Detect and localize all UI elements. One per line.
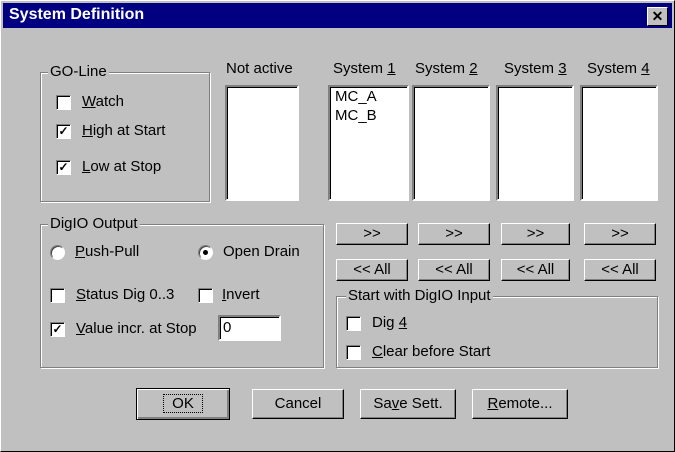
not-active-listbox[interactable] xyxy=(225,85,299,201)
high-at-start-checkbox[interactable]: ✓ xyxy=(56,124,71,139)
move-to-system3-button[interactable]: >> xyxy=(501,223,570,245)
clear-before-start-checkbox[interactable] xyxy=(346,345,361,360)
value-incr-label[interactable]: Value incr. at Stop xyxy=(76,320,197,337)
status-dig-checkbox[interactable] xyxy=(50,288,65,303)
ok-label: OK xyxy=(163,394,203,413)
move-to-system4-button[interactable]: >> xyxy=(584,223,656,245)
watch-label[interactable]: Watch xyxy=(82,93,124,110)
dig4-checkbox[interactable] xyxy=(346,316,361,331)
low-at-stop-label[interactable]: Low at Stop xyxy=(82,158,161,175)
system3-all-back-button[interactable]: << All xyxy=(501,259,570,281)
watch-checkbox[interactable] xyxy=(56,95,71,110)
high-at-start-label[interactable]: High at Start xyxy=(82,122,165,139)
clear-before-start-label[interactable]: Clear before Start xyxy=(372,343,490,360)
system1-label: System 1 xyxy=(333,60,396,77)
save-settings-button[interactable]: Save Sett. xyxy=(360,389,456,419)
digio-output-label: DigIO Output xyxy=(48,215,140,232)
open-drain-label[interactable]: Open Drain xyxy=(223,243,300,260)
low-at-stop-checkbox[interactable]: ✓ xyxy=(56,160,71,175)
window-title: System Definition xyxy=(9,6,145,23)
title-bar: System Definition ✕ xyxy=(3,3,672,28)
value-incr-input[interactable]: 0 xyxy=(218,315,281,341)
dig4-label[interactable]: Dig 4 xyxy=(372,314,407,331)
cancel-button[interactable]: Cancel xyxy=(252,389,344,419)
system1-listbox[interactable]: MC_A MC_B xyxy=(328,85,409,201)
system4-all-back-button[interactable]: << All xyxy=(584,259,656,281)
open-drain-radio[interactable] xyxy=(198,245,213,260)
push-pull-label[interactable]: Push-Pull xyxy=(75,243,139,260)
system3-listbox[interactable] xyxy=(496,85,574,201)
move-to-system1-button[interactable]: >> xyxy=(336,223,408,245)
not-active-label: Not active xyxy=(226,60,293,77)
push-pull-radio[interactable] xyxy=(50,245,65,260)
list-item[interactable]: MC_B xyxy=(330,106,407,125)
system2-listbox[interactable] xyxy=(412,85,490,201)
move-to-system2-button[interactable]: >> xyxy=(418,223,490,245)
value-incr-checkbox[interactable]: ✓ xyxy=(50,322,65,337)
list-item[interactable]: MC_A xyxy=(330,87,407,106)
ok-button[interactable]: OK xyxy=(136,388,230,420)
start-with-digio-label: Start with DigIO Input xyxy=(346,287,493,304)
status-dig-label[interactable]: Status Dig 0..3 xyxy=(76,286,174,303)
system4-label: System 4 xyxy=(587,60,650,77)
system2-label: System 2 xyxy=(415,60,478,77)
system2-all-back-button[interactable]: << All xyxy=(418,259,490,281)
remote-button[interactable]: Remote... xyxy=(472,389,568,419)
invert-checkbox[interactable] xyxy=(198,288,213,303)
system3-label: System 3 xyxy=(504,60,567,77)
system1-all-back-button[interactable]: << All xyxy=(336,259,408,281)
system4-listbox[interactable] xyxy=(580,85,658,201)
close-icon[interactable]: ✕ xyxy=(647,7,668,26)
go-line-label: GO-Line xyxy=(48,63,109,80)
invert-label[interactable]: Invert xyxy=(222,286,260,303)
